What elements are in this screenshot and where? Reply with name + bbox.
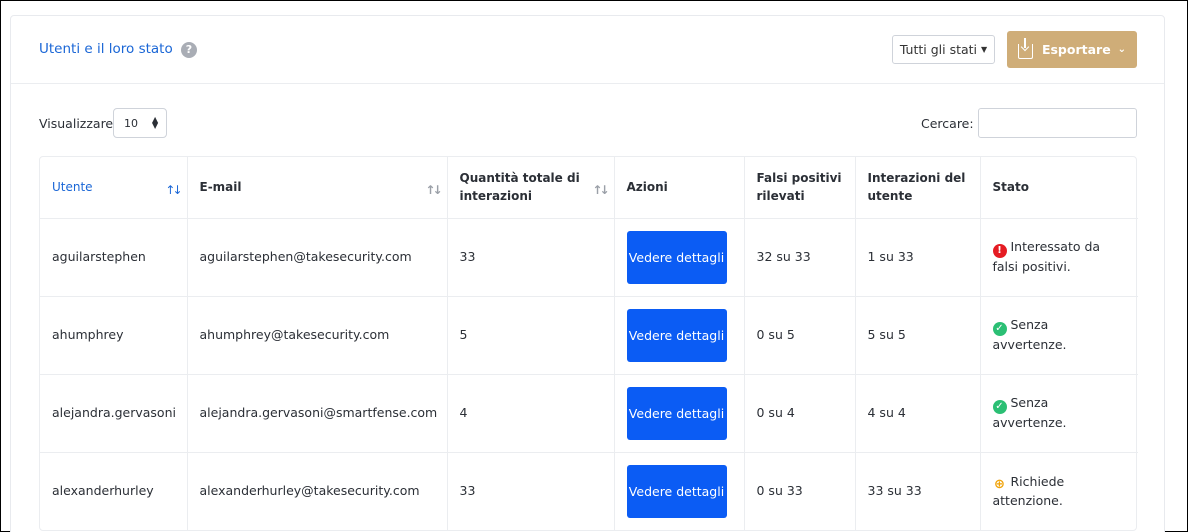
- cell-status: ⊕ Richiede attenzione.: [980, 451, 1138, 530]
- col-header-email[interactable]: E-mail ↑↓: [187, 157, 448, 218]
- card-header: Utenti e il loro stato ? Tutti gli stati…: [11, 16, 1164, 84]
- cell-email: alexanderhurley@takesecurity.com: [187, 451, 448, 530]
- cell-user: alejandra.gervasoni: [40, 373, 188, 452]
- cell-false-positives: 0 su 4: [744, 373, 856, 452]
- export-label: Esportare: [1041, 42, 1111, 57]
- cell-user: ahumphrey: [40, 295, 188, 374]
- table-header-row: Utente ↑↓ E-mail ↑↓ Quantità totale di i…: [40, 157, 1138, 218]
- download-icon: [1017, 37, 1033, 59]
- table-row: aguilarstephen aguilarstephen@takesecurit…: [40, 217, 1138, 296]
- cell-actions: Vedere dettagli: [614, 373, 745, 452]
- cell-total-interactions: 33: [447, 217, 615, 296]
- view-details-button[interactable]: Vedere dettagli: [626, 230, 727, 284]
- col-header-user[interactable]: Utente ↑↓: [40, 157, 188, 218]
- status-filter-label: Tutti gli stati: [899, 42, 978, 57]
- cell-false-positives: 0 su 33: [744, 451, 856, 530]
- cell-false-positives: 0 su 5: [744, 295, 856, 374]
- table-controls: Visualizzare 10 ▲ ▼ Cercare:: [11, 108, 1164, 140]
- cell-total-interactions: 5: [447, 295, 615, 374]
- users-table: Utente ↑↓ E-mail ↑↓ Quantità totale di i…: [39, 156, 1138, 531]
- help-icon[interactable]: ?: [181, 42, 197, 58]
- col-header-user-interactions: Interazioni del utente: [855, 157, 981, 218]
- sort-icon: ↑↓: [592, 183, 609, 197]
- cell-user-interactions: 1 su 33: [855, 217, 981, 296]
- table-row: ahumphrey ahumphrey@takesecurity.com 5 Vede…: [40, 295, 1138, 374]
- card-title: Utenti e il loro stato: [39, 41, 173, 57]
- view-details-button[interactable]: Vedere dettagli: [626, 308, 727, 362]
- users-card: Utenti e il loro stato ? Tutti gli stati…: [10, 15, 1165, 532]
- cell-user-interactions: 33 su 33: [855, 451, 981, 530]
- cell-email: alejandra.gervasoni@smartfense.com: [187, 373, 448, 452]
- col-header-actions: Azioni: [614, 157, 745, 218]
- cell-actions: Vedere dettagli: [614, 295, 745, 374]
- cell-email: ahumphrey@takesecurity.com: [187, 295, 448, 374]
- chevron-down-icon: ⌄: [1117, 44, 1127, 55]
- col-header-total-interactions[interactable]: Quantità totale di interazioni ↑↓: [447, 157, 615, 218]
- col-header-false-positives: Falsi positivi rilevati: [744, 157, 856, 218]
- updown-icon: ▲ ▼: [152, 115, 159, 130]
- status-text: Interessato da falsi positivi.: [992, 239, 1101, 274]
- status-filter-dropdown[interactable]: Tutti gli stati ▼: [892, 35, 995, 64]
- cell-user: aguilarstephen: [40, 217, 188, 296]
- col-header-status: Stato: [992, 180, 1029, 195]
- export-button[interactable]: Esportare ⌄: [1007, 31, 1137, 68]
- cell-status: ✓ Senza avvertenze.: [980, 295, 1138, 374]
- exclamation-circle-icon: !: [992, 244, 1007, 258]
- sort-icon: ↑↓: [165, 183, 182, 197]
- view-details-button[interactable]: Vedere dettagli: [626, 464, 727, 518]
- search-input[interactable]: [978, 108, 1137, 138]
- view-details-button[interactable]: Vedere dettagli: [626, 386, 727, 440]
- cell-false-positives: 32 su 33: [744, 217, 856, 296]
- table-row: alexanderhurley alexanderhurley@takesecur…: [40, 451, 1138, 530]
- cell-total-interactions: 33: [447, 451, 615, 530]
- check-circle-icon: ✓: [992, 400, 1007, 414]
- cell-total-interactions: 4: [447, 373, 615, 452]
- page-size-label: Visualizzare: [39, 116, 114, 131]
- check-circle-icon: ✓: [992, 322, 1007, 336]
- page-size-select[interactable]: 10 ▲ ▼: [113, 108, 167, 138]
- cell-email: aguilarstephen@takesecurity.com: [187, 217, 448, 296]
- cell-status: ✓ Senza avvertenze.: [980, 373, 1138, 452]
- search-label: Cercare:: [921, 116, 974, 131]
- cell-status: ! Interessato da falsi positivi.: [980, 217, 1138, 296]
- page-size-value: 10: [124, 116, 138, 130]
- cell-actions: Vedere dettagli: [614, 217, 745, 296]
- cell-actions: Vedere dettagli: [614, 451, 745, 530]
- table-row: alejandra.gervasoni alejandra.gervasoni@s…: [40, 373, 1138, 452]
- cell-user-interactions: 4 su 4: [855, 373, 981, 452]
- sort-icon: ↑↓: [425, 183, 442, 197]
- cell-user: alexanderhurley: [40, 451, 188, 530]
- caret-down-icon: ▼: [981, 45, 988, 54]
- magnify-plus-icon: ⊕: [994, 476, 1005, 492]
- cell-user-interactions: 5 su 5: [855, 295, 981, 374]
